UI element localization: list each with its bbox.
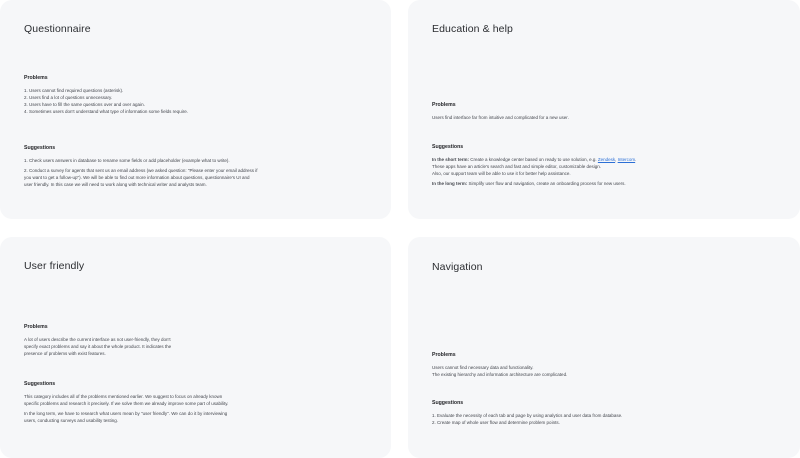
suggestion-item: 1. Check users answers in database to re… [24, 158, 230, 163]
suggestions-section: Suggestions This category includes all o… [24, 381, 371, 424]
questionnaire-card: Questionnaire Problems 1. Users cannot f… [0, 0, 391, 219]
short-term-detail: These apps have an article's search and … [432, 164, 601, 169]
suggestions-section: Suggestions In the short term: Create a … [432, 144, 780, 187]
suggestion-line: specific problems and research it precis… [24, 401, 229, 406]
suggestion-line: This category includes all of the proble… [24, 394, 223, 399]
problems-section: Problems Users find interface far from i… [432, 102, 780, 121]
intercom-link[interactable]: Intercom [618, 157, 636, 162]
problems-section: Problems Users cannot find necessary dat… [432, 352, 780, 378]
problem-line: The existing hierarchy and information a… [432, 372, 568, 377]
short-term-end: . [635, 157, 637, 162]
long-term-label: In the long term: [432, 181, 468, 186]
suggestion-line: In the long term, we have to research wh… [24, 411, 228, 416]
suggestion-item: 2. Create map of whole user flow and det… [432, 420, 560, 425]
problems-section: Problems 1. Users cannot find required q… [24, 75, 371, 115]
problem-line: specify exact problems and say it about … [24, 344, 172, 349]
short-term-label: In the short term: [432, 157, 470, 162]
card-title: User friendly [24, 260, 85, 272]
user-friendly-card: User friendly Problems A lot of users de… [0, 237, 391, 458]
long-term-text: Simplify user flow and navigation, creat… [467, 181, 626, 186]
short-term-detail: Also, our support team will be able to u… [432, 171, 571, 176]
suggestions-section: Suggestions 1. Evaluate the necessity of… [432, 400, 780, 426]
problems-heading: Problems [432, 352, 456, 358]
problem-item: Users find interface far from intuitive … [432, 115, 569, 120]
suggestions-heading: Suggestions [432, 400, 464, 406]
suggestion-item: user friendly. In this case we will need… [24, 182, 207, 187]
navigation-card: Navigation Problems Users cannot find ne… [408, 237, 800, 458]
problems-heading: Problems [24, 324, 48, 330]
card-title: Questionnaire [24, 23, 91, 35]
short-term-line: In the short term: Create a knowledge ce… [432, 156, 780, 163]
problem-item: 4. Sometimes users don't understand what… [24, 109, 188, 114]
suggestion-item: 2. Conduct a survey for agents that sent… [24, 168, 258, 173]
suggestion-item: 1. Evaluate the necessity of each tab an… [432, 413, 623, 418]
suggestion-item: you want to get a follow-up"). We will b… [24, 175, 250, 180]
problems-heading: Problems [432, 102, 456, 108]
suggestions-section: Suggestions 1. Check users answers in da… [24, 145, 371, 188]
card-title: Education & help [432, 23, 513, 35]
problem-item: 3. Users have to fill the same questions… [24, 102, 145, 107]
suggestions-heading: Suggestions [24, 381, 56, 387]
problem-line: presence of problems with exist features… [24, 351, 106, 356]
zendesk-link[interactable]: Zendesk [598, 157, 615, 162]
problem-line: A lot of users describe the current inte… [24, 337, 171, 342]
problems-heading: Problems [24, 75, 48, 81]
suggestion-line: users, conducting surveys and usability … [24, 418, 119, 423]
education-help-card: Education & help Problems Users find int… [408, 0, 800, 219]
problems-section: Problems A lot of users describe the cur… [24, 324, 371, 357]
suggestions-heading: Suggestions [24, 145, 56, 151]
problem-item: 2. Users find a lot of questions unneces… [24, 95, 113, 100]
short-term-text: Create a knowledge center based on ready… [469, 157, 598, 162]
problem-item: 1. Users cannot find required questions … [24, 88, 124, 93]
problem-line: Users cannot find necessary data and fun… [432, 365, 534, 370]
long-term-line: In the long term: Simplify user flow and… [432, 180, 780, 187]
card-title: Navigation [432, 261, 483, 273]
suggestions-heading: Suggestions [432, 144, 464, 150]
